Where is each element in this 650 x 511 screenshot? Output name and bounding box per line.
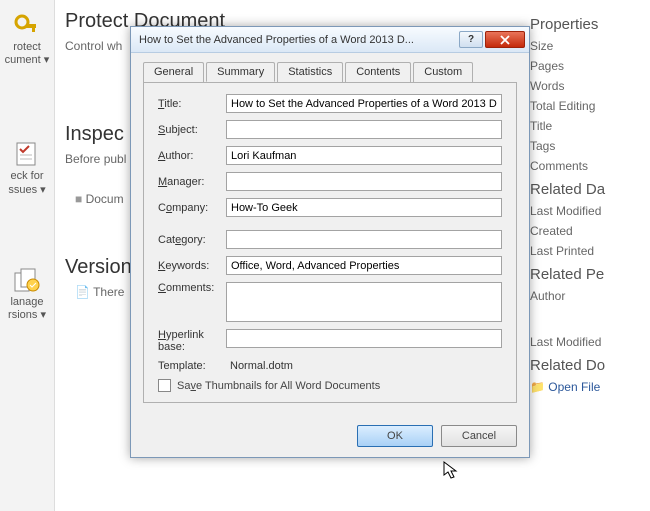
versions-icon (13, 267, 41, 293)
open-file-link[interactable]: 📁 Open File (530, 380, 644, 394)
subject-field[interactable] (226, 120, 502, 139)
prop-last-modified-by: Last Modified (530, 335, 644, 349)
dropdown-icon: ▾ (40, 309, 46, 321)
checklist-icon (13, 141, 41, 167)
title-field[interactable] (226, 94, 502, 113)
template-label: Template: (158, 360, 226, 372)
save-thumbnails-label: Save Thumbnails for All Word Documents (177, 380, 380, 392)
tab-custom[interactable]: Custom (413, 62, 473, 82)
company-label: Company: (158, 202, 226, 214)
ribbon-manage-line2: rsions (8, 309, 37, 321)
close-button[interactable] (485, 31, 525, 48)
ribbon-check-line1: eck for (10, 170, 43, 182)
prop-author: Author (530, 289, 644, 303)
tab-general[interactable]: General (143, 62, 204, 82)
related-docs-heading: Related Do (530, 357, 644, 374)
prop-words: Words (530, 79, 644, 93)
protect-document-button[interactable]: rotect cument ▾ (4, 8, 50, 77)
tab-summary[interactable]: Summary (206, 62, 275, 82)
prop-pages: Pages (530, 59, 644, 73)
tab-contents[interactable]: Contents (345, 62, 411, 82)
ribbon-strip: rotect cument ▾ eck for ssues ▾ lanage r… (0, 0, 55, 511)
ok-button[interactable]: OK (357, 425, 433, 447)
comments-label: Comments: (158, 282, 226, 294)
ribbon-protect-line2: cument (5, 54, 41, 66)
dialog-titlebar[interactable]: How to Set the Advanced Properties of a … (131, 27, 529, 53)
cancel-button[interactable]: Cancel (441, 425, 517, 447)
summary-tab-panel: Title: Subject: Author: Manager: Company… (143, 82, 517, 403)
ribbon-check-line2: ssues (8, 184, 37, 196)
author-field[interactable] (226, 146, 502, 165)
manager-field[interactable] (226, 172, 502, 191)
dropdown-icon: ▾ (44, 54, 50, 66)
properties-dialog: How to Set the Advanced Properties of a … (130, 26, 530, 458)
hyperlink-label: Hyperlinkbase: (158, 329, 226, 353)
template-value: Normal.dotm (226, 360, 502, 372)
prop-last-printed: Last Printed (530, 244, 644, 258)
subject-label: Subject: (158, 124, 226, 136)
prop-size: Size (530, 39, 644, 53)
prop-created: Created (530, 224, 644, 238)
prop-comments: Comments (530, 159, 644, 173)
prop-title: Title (530, 119, 644, 133)
keywords-label: Keywords: (158, 260, 226, 272)
close-icon (499, 35, 511, 45)
ribbon-manage-line1: lanage (10, 296, 43, 308)
prop-tags: Tags (530, 139, 644, 153)
hyperlink-field[interactable] (226, 329, 502, 348)
prop-editing: Total Editing (530, 99, 644, 113)
related-people-heading: Related Pe (530, 266, 644, 283)
help-button[interactable]: ? (459, 31, 483, 48)
cursor-icon (443, 461, 461, 481)
prop-last-modified: Last Modified (530, 204, 644, 218)
check-for-issues-button[interactable]: eck for ssues ▾ (4, 137, 50, 206)
manage-versions-button[interactable]: lanage rsions ▾ (4, 263, 50, 332)
properties-heading[interactable]: Properties (530, 16, 644, 33)
keywords-field[interactable] (226, 256, 502, 275)
dialog-title: How to Set the Advanced Properties of a … (139, 34, 457, 46)
manager-label: Manager: (158, 176, 226, 188)
category-label: Category: (158, 234, 226, 246)
dropdown-icon: ▾ (40, 184, 46, 196)
company-field[interactable] (226, 198, 502, 217)
ribbon-protect-line1: rotect (13, 41, 41, 53)
save-thumbnails-checkbox[interactable] (158, 379, 171, 392)
tab-statistics[interactable]: Statistics (277, 62, 343, 82)
properties-panel: Properties Size Pages Words Total Editin… (530, 8, 650, 400)
title-label: Title: (158, 98, 226, 110)
tab-strip: General Summary Statistics Contents Cust… (143, 62, 517, 83)
author-label: Author: (158, 150, 226, 162)
category-field[interactable] (226, 230, 502, 249)
comments-field[interactable] (226, 282, 502, 322)
related-dates-heading: Related Da (530, 181, 644, 198)
key-icon (12, 12, 42, 38)
